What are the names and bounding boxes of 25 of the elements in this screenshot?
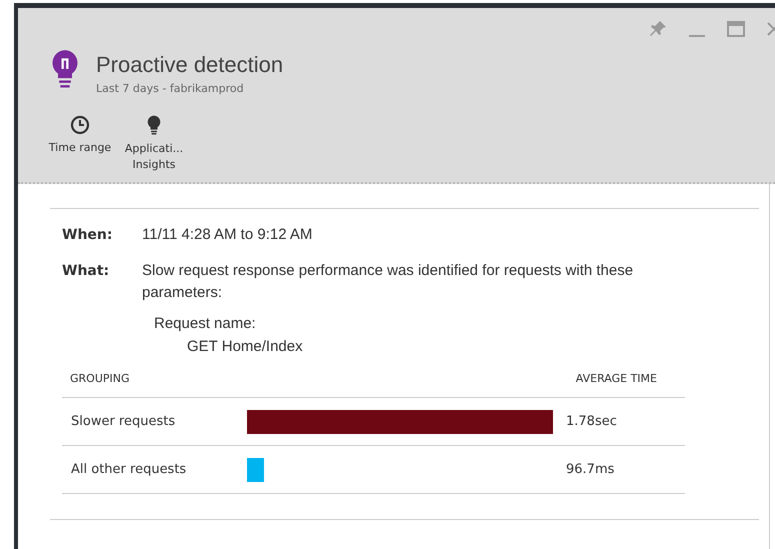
parameter-value: GET Home/Index	[187, 337, 304, 357]
blade-subtitle: Last 7 days - fabrikamprod	[96, 82, 245, 95]
table-cell-text: 1.78sec	[566, 414, 618, 429]
table-cell-text: Slower requests	[70, 414, 176, 429]
column-header: GROUPING	[70, 372, 130, 385]
detail-label: When:	[62, 227, 114, 245]
detail-value: Slow request response performance was identified for requests with these parameters:	[142, 261, 634, 303]
toolbar-button[interactable]: Applicati... Insights	[122, 115, 186, 173]
toolbar-button[interactable]: Time range	[48, 115, 112, 173]
close-button[interactable]	[767, 21, 775, 37]
maximize-button[interactable]	[727, 21, 745, 37]
maximize-icon	[727, 21, 745, 37]
pin-icon	[649, 20, 667, 38]
table-cell-text: 96.7ms	[566, 462, 616, 477]
parameter-label: Request name:	[154, 314, 257, 334]
minimize-icon	[689, 35, 705, 37]
column-header: AVERAGE TIME	[576, 372, 657, 385]
close-icon	[767, 21, 775, 37]
clock-icon	[70, 115, 90, 135]
detail-label: What:	[62, 263, 110, 281]
pin-button[interactable]	[649, 20, 667, 38]
lightbulb-icon	[147, 115, 161, 136]
detail-value: 11/11 4:28 AM to 9:12 AM	[142, 225, 314, 245]
table-cell-text: All other requests	[70, 462, 188, 477]
blade-title: Proactive detection	[96, 52, 284, 78]
